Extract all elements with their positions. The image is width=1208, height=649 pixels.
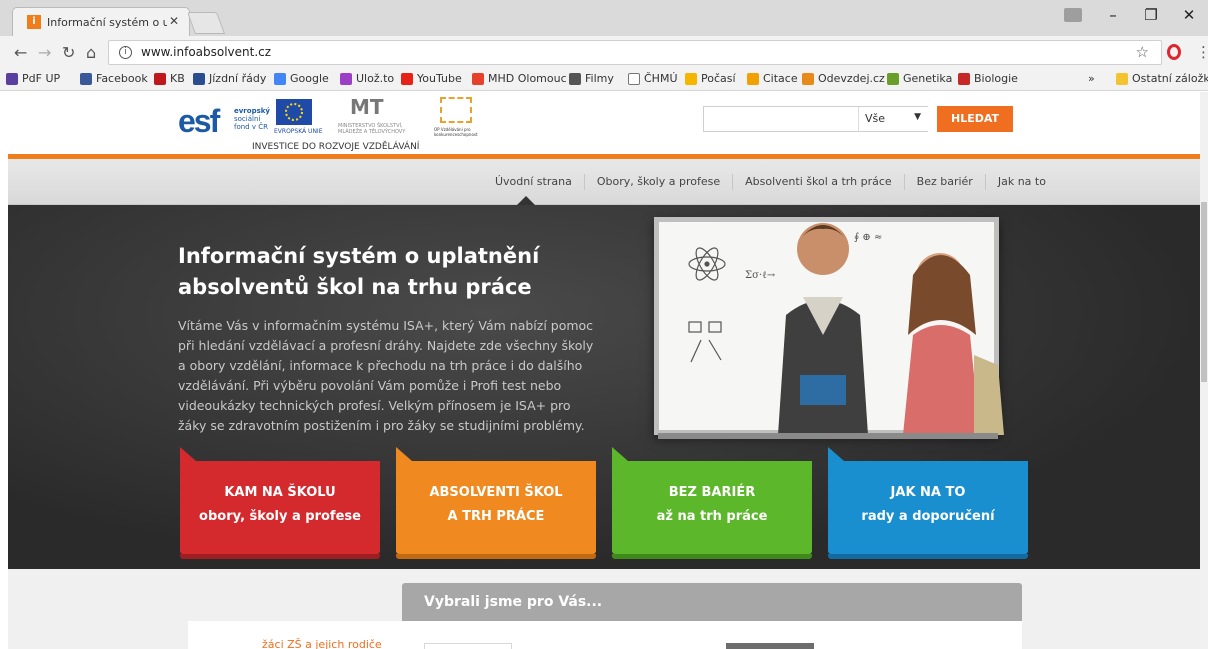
user-profile-icon[interactable] [1064, 8, 1082, 22]
nav-item-home[interactable]: Úvodní strana [483, 174, 584, 190]
page-viewport: esf evropský sociální fond v ČR EVROPSKÁ… [0, 92, 1208, 649]
whiteboard-tray [658, 433, 998, 439]
bookmark-item[interactable]: PdF UP [6, 72, 60, 85]
pick-thumbnail[interactable] [424, 643, 512, 649]
pick-thumbnail[interactable] [726, 643, 814, 649]
hero-banner: Informační systém o uplatnění absolventů… [8, 205, 1208, 569]
reload-icon[interactable]: ↻ [62, 43, 75, 62]
partner-logos: esf evropský sociální fond v ČR EVROPSKÁ… [178, 95, 498, 152]
bookmarks-overflow-icon[interactable]: » [1088, 72, 1095, 85]
bookmark-item[interactable]: Facebook [80, 72, 148, 85]
tile-label: ABSOLVENTI ŠKOL A TRH PRÁCE [429, 485, 563, 524]
bookmark-item[interactable]: Google [274, 72, 329, 85]
nav-item-barrier-free[interactable]: Bez bariér [903, 174, 985, 190]
browser-menu-icon[interactable]: ⋮ [1196, 43, 1208, 61]
students-photo [778, 223, 1004, 435]
esf-mark: esf [178, 103, 220, 139]
site-header: esf evropský sociální fond v ČR EVROPSKÁ… [0, 92, 1200, 154]
tile-label: BEZ BARIÉR až na trh práce [656, 485, 768, 524]
tab-title: Informační systém o upla [47, 16, 167, 29]
site-favicon-icon: i [27, 15, 41, 29]
search-scope-value: Vše [865, 112, 886, 125]
new-tab-button[interactable] [186, 12, 226, 34]
search-scope-select[interactable]: Vše ▼ [858, 107, 928, 131]
bookmark-item[interactable]: Citace [747, 72, 798, 85]
search-button[interactable]: HLEDAT [937, 106, 1013, 132]
tile-flap [396, 447, 412, 461]
main-nav: Úvodní strana Obory, školy a profese Abs… [8, 159, 1208, 205]
restore-icon[interactable]: ❐ [1132, 6, 1170, 24]
tab-close-icon[interactable]: ✕ [169, 14, 179, 28]
tile-flap [180, 447, 196, 461]
msmt-label: MINISTERSTVO ŠKOLSTVÍ, MLÁDEŽE A TĚLOVÝC… [338, 123, 406, 135]
caret-down-icon: ▼ [914, 112, 921, 122]
close-window-icon[interactable]: ✕ [1170, 6, 1208, 24]
window-controls: – ❐ ✕ [1064, 0, 1208, 30]
bookmark-item[interactable]: Odevzdej.cz [802, 72, 885, 85]
op-label: OP Vzdělávání pro konkurenceschopnost [434, 127, 478, 137]
tile-barrier-free[interactable]: BEZ BARIÉR až na trh práce [612, 447, 812, 559]
tile-shadow [828, 554, 1028, 559]
bookmark-item[interactable]: Počasí [685, 72, 736, 85]
bookmark-item[interactable]: ČHMÚ [628, 72, 678, 85]
site-info-icon[interactable]: i [119, 46, 132, 59]
bookmark-item[interactable]: YouTube [401, 72, 462, 85]
browser-toolbar: ← → ↻ ⌂ i www.infoabsolvent.cz ☆ ⋮ [0, 36, 1208, 69]
bookmark-item[interactable]: KB [154, 72, 185, 85]
eu-label: EVROPSKÁ UNIE [274, 128, 323, 135]
scrollbar-thumb[interactable] [1201, 202, 1207, 382]
picks-heading: Vybrali jsme pro Vás... [402, 583, 1022, 621]
url-text: www.infoabsolvent.cz [141, 45, 272, 59]
nav-item-fields[interactable]: Obory, školy a profese [583, 174, 732, 190]
tile-shadow [180, 554, 380, 559]
tile-label: KAM NA ŠKOLU obory, školy a profese [199, 485, 361, 524]
tile-graduates[interactable]: ABSOLVENTI ŠKOL A TRH PRÁCE [396, 447, 596, 559]
minimize-icon[interactable]: – [1094, 6, 1132, 24]
bookmarks-bar: PdF UP Facebook KB Jízdní řády Google Ul… [0, 69, 1208, 91]
browser-tab-active[interactable]: i Informační systém o upla ✕ [12, 7, 190, 36]
invest-label: INVESTICE DO ROZVOJE VZDĚLÁVÁNÍ [252, 142, 420, 152]
bookmark-item[interactable]: Genetika [887, 72, 952, 85]
back-arrow-icon[interactable]: ← [14, 43, 27, 62]
bookmark-item[interactable]: MHD Olomouc [472, 72, 567, 85]
address-bar[interactable]: i www.infoabsolvent.cz ☆ [108, 40, 1162, 65]
nav-item-graduates[interactable]: Absolventi škol a trh práce [732, 174, 904, 190]
other-bookmarks-folder[interactable]: Ostatní záložky [1116, 72, 1208, 85]
op-frame-icon [440, 97, 472, 123]
tile-where-to-school[interactable]: KAM NA ŠKOLU obory, školy a profese [180, 447, 380, 559]
opera-icon[interactable] [1167, 44, 1181, 60]
tile-how-to[interactable]: JAK NA TO rady a doporučení [828, 447, 1028, 559]
browser-tabstrip: i Informační systém o upla ✕ – ❐ ✕ [0, 0, 1208, 36]
op-logo: OP Vzdělávání pro konkurenceschopnost [434, 97, 484, 137]
tile-flap [828, 447, 844, 461]
forward-arrow-icon[interactable]: → [38, 43, 51, 62]
home-icon[interactable]: ⌂ [86, 43, 96, 62]
msmt-mark: MT [350, 95, 384, 119]
active-nav-indicator [517, 196, 535, 205]
tile-flap [612, 447, 628, 461]
page-scrollbar[interactable] [1200, 92, 1208, 649]
tile-label: JAK NA TO rady a doporučení [861, 485, 995, 524]
bookmark-star-icon[interactable]: ☆ [1136, 43, 1149, 61]
bookmark-item[interactable]: Filmy [569, 72, 614, 85]
msmt-logo: MT MINISTERSTVO ŠKOLSTVÍ, MLÁDEŽE A TĚLO… [338, 95, 418, 135]
hero-text: Vítáme Vás v informačním systému ISA+, k… [178, 318, 594, 433]
tile-shadow [612, 554, 812, 559]
tile-shadow [396, 554, 596, 559]
nav-item-howto[interactable]: Jak na to [984, 174, 1058, 190]
nav-list: Úvodní strana Obory, školy a profese Abs… [483, 159, 1058, 205]
esf-logo: esf evropský sociální fond v ČR [178, 95, 270, 139]
bookmark-item[interactable]: Biologie [958, 72, 1018, 85]
esf-label: evropský sociální fond v ČR [234, 107, 270, 131]
audience-link[interactable]: žáci ZŠ a jejich rodiče [262, 638, 382, 649]
bookmark-item[interactable]: Ulož.to [340, 72, 394, 85]
bookmark-item[interactable]: Jízdní řády [193, 72, 266, 85]
eu-flag-icon [276, 99, 312, 125]
hero-title: Informační systém o uplatnění absolventů… [178, 244, 540, 299]
